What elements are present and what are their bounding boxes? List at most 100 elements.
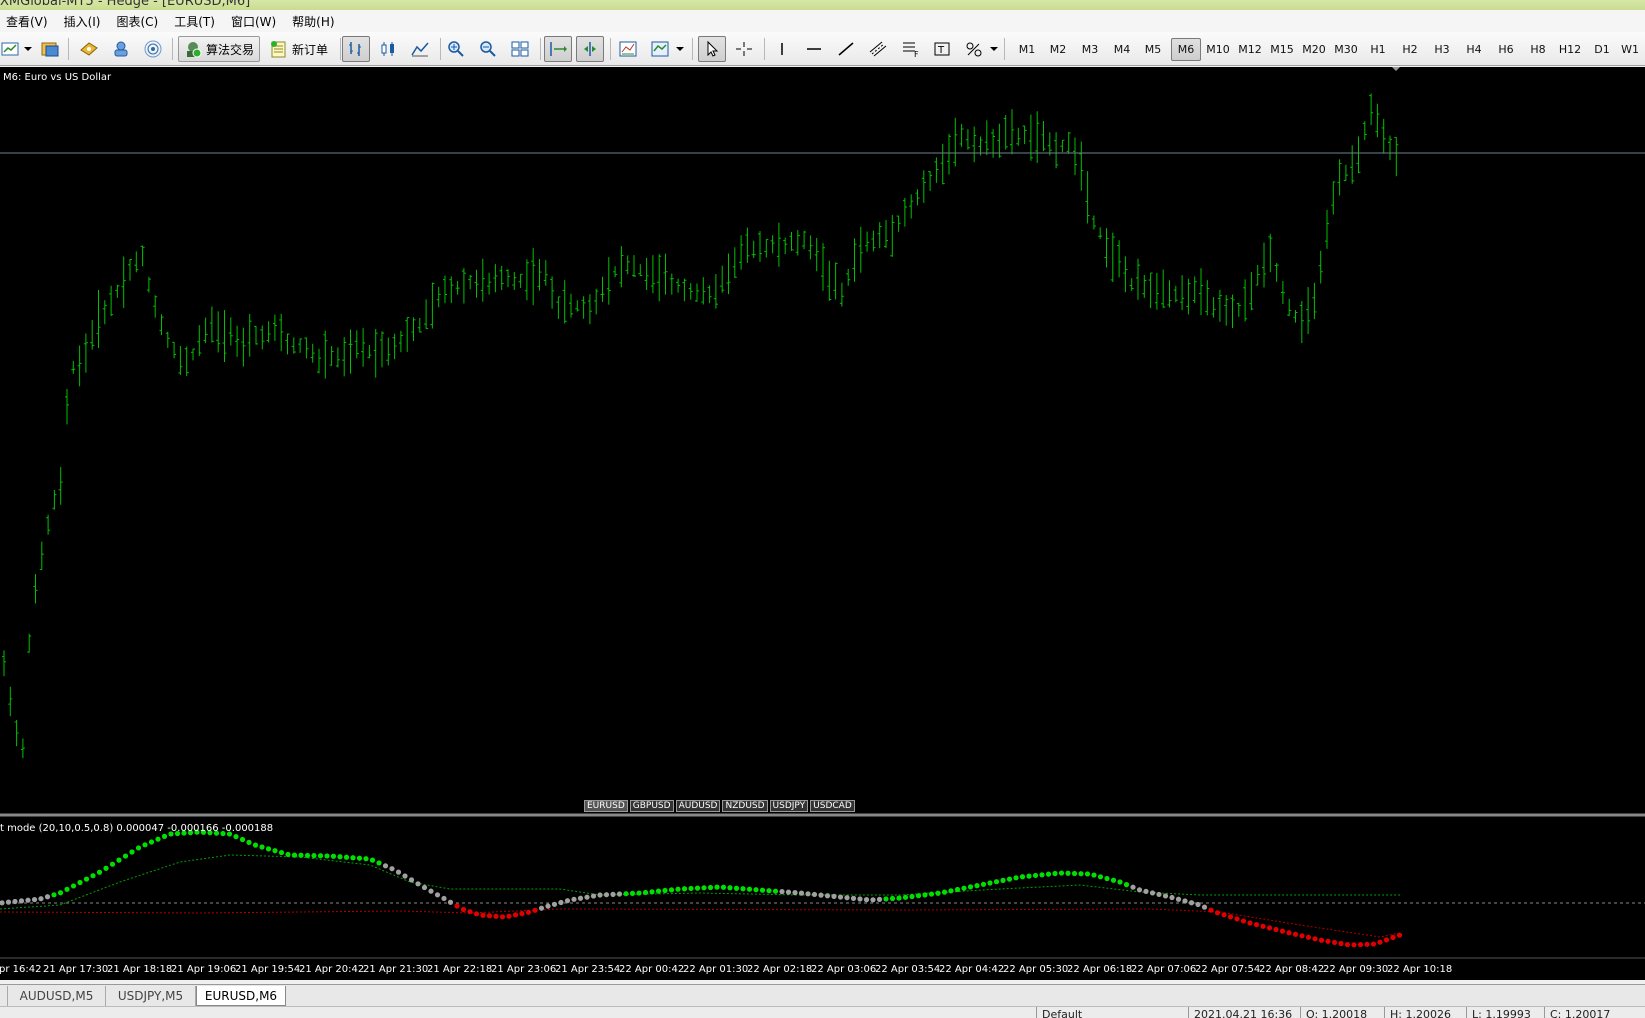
new-order-button[interactable]: 新订单 — [264, 36, 334, 62]
indicator-dot — [1383, 937, 1390, 943]
timeframe-w1[interactable]: W1 — [1617, 38, 1643, 61]
timeframe-h3[interactable]: H3 — [1427, 38, 1457, 61]
chart-tab-eurusd-m6[interactable]: EURUSD,M6 — [196, 986, 286, 1006]
indicator-dot — [1143, 888, 1149, 895]
price-bar — [1180, 275, 1185, 311]
timeframe-m5[interactable]: M5 — [1138, 38, 1168, 61]
timeframe-m6[interactable]: M6 — [1171, 38, 1201, 61]
zoom-out-icon[interactable] — [474, 36, 502, 62]
timeframe-h1[interactable]: H1 — [1363, 38, 1393, 61]
indicators-icon[interactable] — [614, 36, 642, 62]
status-profile: Default — [1042, 1008, 1083, 1018]
indicator-dot — [1045, 871, 1052, 877]
chart-tab-audusd-m5[interactable]: AUDUSD,M5 — [8, 986, 106, 1006]
cursor-icon[interactable] — [698, 36, 726, 62]
timeframe-h12[interactable]: H12 — [1555, 38, 1585, 61]
symbol-tab-usdcad[interactable]: USDCAD — [810, 800, 855, 812]
indicator-dot — [902, 894, 909, 900]
price-chart[interactable] — [0, 67, 1645, 980]
price-bar — [380, 331, 384, 368]
zoom-in-icon[interactable] — [442, 36, 470, 62]
horizontal-line-icon[interactable] — [800, 36, 828, 62]
price-bar — [493, 264, 498, 293]
market-watch-icon[interactable] — [76, 36, 102, 62]
timeframe-h2[interactable]: H2 — [1395, 38, 1425, 61]
symbol-tab-eurusd[interactable]: EURUSD — [584, 800, 628, 812]
indicator-dot — [870, 897, 876, 903]
price-bar — [632, 255, 636, 278]
navigator-icon[interactable] — [108, 36, 134, 62]
tab-scroll-left[interactable] — [0, 986, 8, 1006]
price-bar — [1262, 242, 1266, 288]
indicator-dot — [525, 909, 532, 915]
indicator-dot — [831, 893, 837, 900]
timeframe-m1[interactable]: M1 — [1012, 38, 1042, 61]
symbol-tab-usdjpy[interactable]: USDJPY — [769, 800, 809, 812]
time-label: 22 Apr 01:30 — [683, 964, 749, 975]
symbol-tab-audusd[interactable]: AUDUSD — [675, 800, 721, 812]
candlestick-icon[interactable] — [374, 36, 402, 62]
chart-window[interactable]: M6: Euro vs US Dollar EURUSD GBPUSD AUDU… — [0, 67, 1645, 980]
timeframe-m15[interactable]: M15 — [1267, 38, 1297, 61]
crosshair-icon[interactable] — [730, 36, 758, 62]
fibonacci-icon[interactable]: F — [896, 36, 924, 62]
menu-charts[interactable]: 图表(C) — [110, 13, 168, 30]
symbol-tab-gbpusd[interactable]: GBPUSD — [629, 800, 674, 812]
timeframe-m10[interactable]: M10 — [1203, 38, 1233, 61]
new-chart-icon[interactable] — [0, 36, 22, 62]
time-label: 22 Apr 03:06 — [811, 964, 877, 975]
algo-trading-button[interactable]: 算法交易 — [178, 36, 260, 62]
price-bar — [688, 283, 693, 300]
price-bar — [739, 235, 744, 270]
algo-trading-icon — [186, 42, 202, 58]
indicator-dot — [623, 891, 629, 897]
timeframe-m3[interactable]: M3 — [1075, 38, 1105, 61]
indicator-dot — [850, 895, 857, 901]
menu-window[interactable]: 窗口(W) — [225, 13, 286, 30]
timeframe-m30[interactable]: M30 — [1331, 38, 1361, 61]
timeframe-m4[interactable]: M4 — [1107, 38, 1137, 61]
price-bar — [128, 259, 132, 281]
shapes-dropdown-icon[interactable] — [988, 36, 1000, 62]
templates-dropdown-icon[interactable] — [674, 36, 686, 62]
indicator-dot — [343, 854, 350, 860]
menu-help[interactable]: 帮助(H) — [286, 13, 344, 30]
line-chart-icon[interactable] — [406, 36, 434, 62]
price-bar — [1243, 279, 1248, 322]
timeframe-m2[interactable]: M2 — [1043, 38, 1073, 61]
timeframe-h4[interactable]: H4 — [1459, 38, 1489, 61]
trendline-icon[interactable] — [832, 36, 860, 62]
price-bar — [373, 328, 378, 378]
chart-shift-icon[interactable] — [576, 36, 604, 62]
chart-shift-marker[interactable] — [1392, 67, 1400, 71]
symbol-tab-nzdusd[interactable]: NZDUSD — [722, 800, 768, 812]
signals-icon[interactable] — [140, 36, 166, 62]
indicator-dot — [1188, 900, 1195, 906]
timeframe-d1[interactable]: D1 — [1587, 38, 1617, 61]
price-bar — [310, 343, 315, 363]
profiles-icon[interactable] — [38, 36, 62, 62]
menu-tools[interactable]: 工具(T) — [168, 13, 225, 30]
timeframe-h6[interactable]: H6 — [1491, 38, 1521, 61]
equidistant-channel-icon[interactable] — [864, 36, 892, 62]
indicator-dot — [668, 887, 675, 893]
time-label: 22 Apr 09:30 — [1323, 964, 1389, 975]
text-tool-icon[interactable]: T — [928, 36, 956, 62]
dropdown-arrow-icon[interactable] — [22, 36, 34, 62]
bar-chart-icon[interactable] — [342, 36, 370, 62]
vertical-line-icon[interactable] — [768, 36, 796, 62]
menu-view[interactable]: 查看(V) — [0, 13, 58, 30]
timeframe-m20[interactable]: M20 — [1299, 38, 1329, 61]
shapes-icon[interactable] — [960, 36, 988, 62]
timeframe-h8[interactable]: H8 — [1523, 38, 1553, 61]
tile-windows-icon[interactable] — [506, 36, 534, 62]
chart-tab-usdjpy-m5[interactable]: USDJPY,M5 — [106, 986, 196, 1006]
timeframe-m12[interactable]: M12 — [1235, 38, 1265, 61]
templates-icon[interactable] — [646, 36, 674, 62]
indicator-dot — [1312, 936, 1318, 942]
auto-scroll-icon[interactable] — [544, 36, 572, 62]
menu-insert[interactable]: 插入(I) — [58, 13, 111, 30]
indicator-dot — [792, 890, 798, 896]
price-bar — [209, 306, 214, 343]
price-bar — [304, 337, 309, 359]
